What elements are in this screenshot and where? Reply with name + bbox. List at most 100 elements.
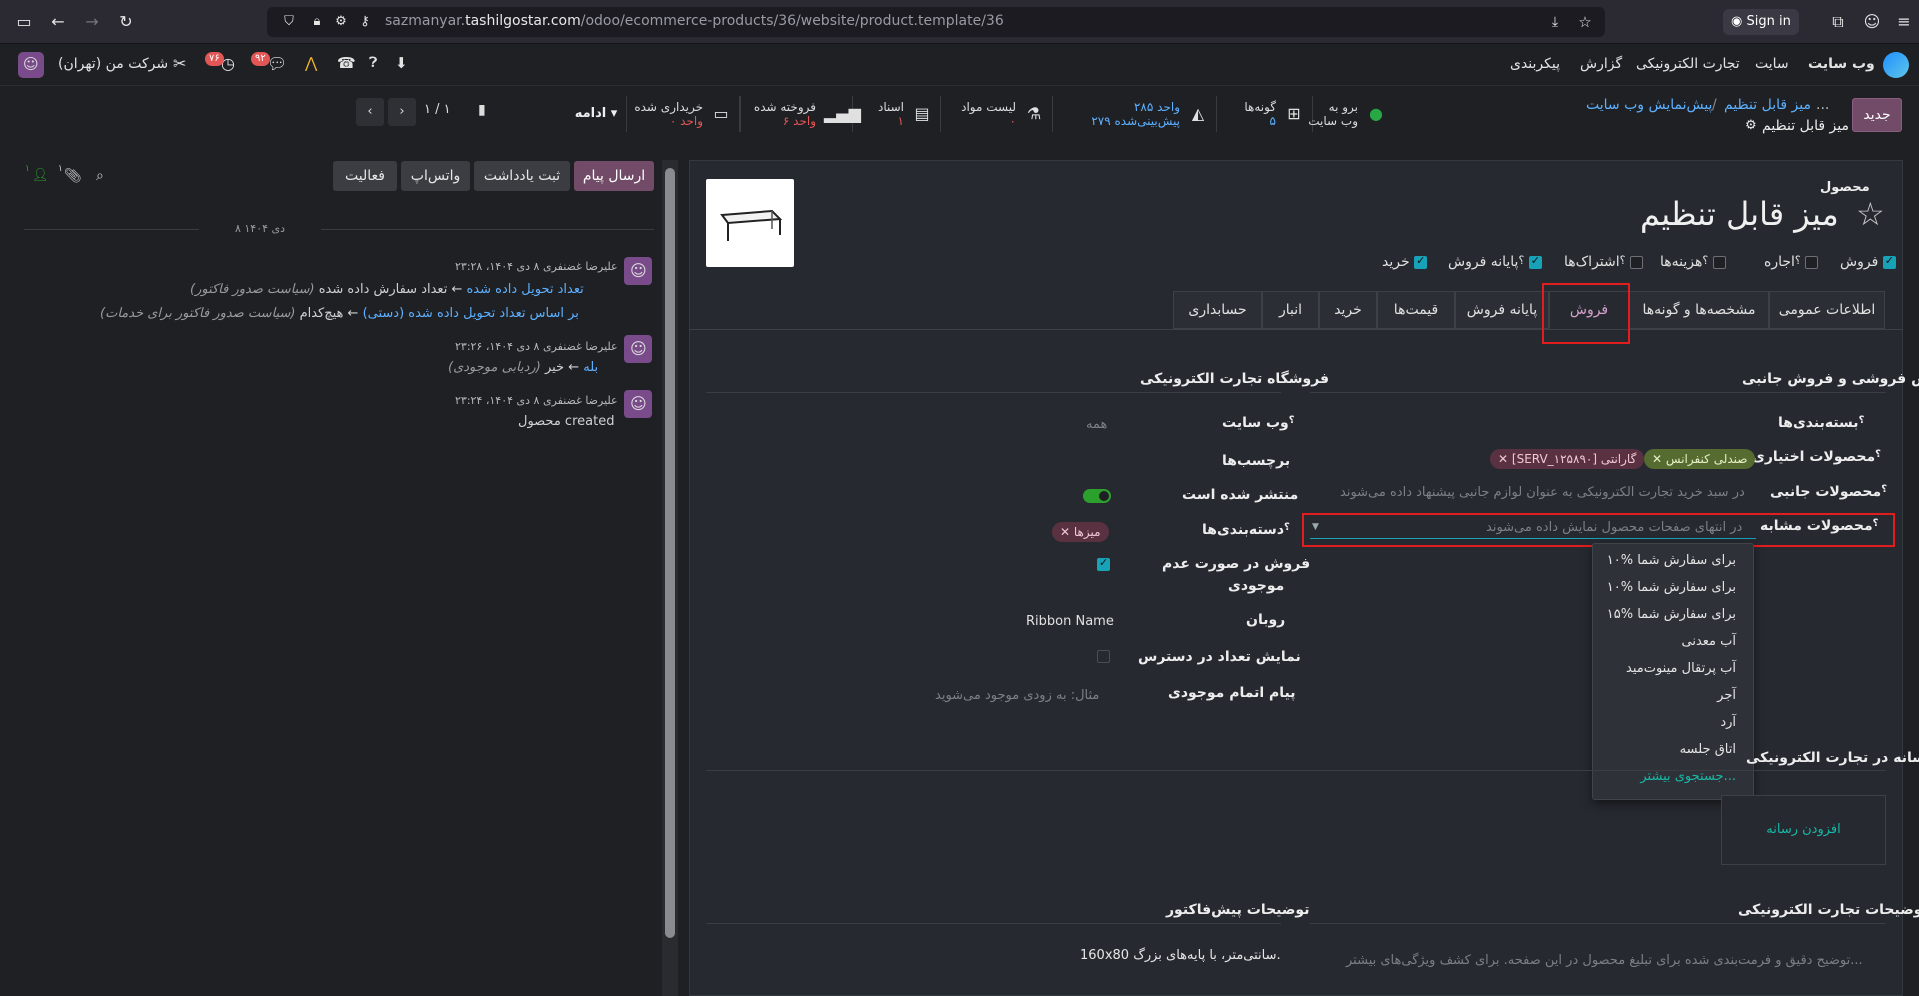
back-icon[interactable]: ← bbox=[48, 12, 68, 32]
website-app-icon[interactable] bbox=[1883, 52, 1909, 78]
author-avatar[interactable]: ☺ bbox=[624, 390, 652, 418]
extension-avatar-icon[interactable]: ☺ bbox=[1862, 12, 1882, 32]
help-icon[interactable]: ❓︎ bbox=[369, 55, 377, 71]
checkbox-expenses[interactable] bbox=[1712, 255, 1726, 269]
breadcrumb-product[interactable]: میز قابل تنظیم bbox=[1724, 97, 1811, 113]
dropdown-search-more[interactable]: جستجوی بیشتر... bbox=[1640, 769, 1736, 784]
tab-general-info[interactable]: اطلاعات عمومی bbox=[1769, 291, 1885, 329]
tab-inventory[interactable]: انبار bbox=[1262, 291, 1319, 329]
option-purchase[interactable]: خرید bbox=[1382, 254, 1428, 270]
add-media-button[interactable]: افزودن رسانه bbox=[1721, 795, 1886, 865]
more-stat-button[interactable]: ادامه ▾ bbox=[566, 100, 626, 128]
option-pos[interactable]: ؟پایانه فروش bbox=[1448, 254, 1542, 270]
breadcrumb-preview[interactable]: پیش‌نمایش وب سایت bbox=[1586, 97, 1712, 113]
dropdown-option[interactable]: آرد bbox=[1720, 715, 1736, 730]
menu-configuration[interactable]: پیکربندی bbox=[1510, 56, 1560, 72]
checkbox-sale[interactable] bbox=[1882, 254, 1896, 269]
quotation-description-input[interactable]: 160x80 سانتی‌متر، با پایه‌های بزرگ. bbox=[1080, 948, 1281, 963]
odoo-ai-icon[interactable]: ⋀ bbox=[305, 54, 317, 72]
product-name[interactable]: میز قابل تنظیم bbox=[1640, 195, 1839, 233]
stat-go-to-website[interactable]: ● برو به وب سایت bbox=[1308, 96, 1394, 132]
option-expenses[interactable]: ؟هزینه‌ها bbox=[1660, 254, 1726, 270]
record-gear-icon[interactable]: ⚙ bbox=[1745, 118, 1757, 133]
stat-bill-of-materials[interactable]: ⚗ لیست مواد ۰ bbox=[940, 96, 1052, 132]
followers-icon[interactable]: 👤︎ bbox=[32, 168, 49, 183]
sign-in-button[interactable]: ◉ Sign in bbox=[1723, 9, 1799, 35]
attachment-icon[interactable]: 📎︎ bbox=[64, 168, 82, 184]
send-message-button[interactable]: ارسال پیام bbox=[574, 161, 654, 191]
log-note-button[interactable]: ثبت یادداشت bbox=[474, 161, 570, 191]
stat-variants[interactable]: ⊞ گونه‌ها ۵ bbox=[1216, 96, 1312, 132]
menu-icon[interactable]: ≡ bbox=[1894, 12, 1914, 32]
forward-icon[interactable]: → bbox=[82, 12, 102, 32]
stat-on-hand[interactable]: ◭ ۲۸۵ واحد ۲۷۹ پیش‌بینی‌شده bbox=[1052, 96, 1216, 132]
ribbon-select[interactable]: Ribbon Name bbox=[1026, 614, 1114, 629]
stat-purchased[interactable]: ▭ خریداری شده ۰ واحد bbox=[626, 96, 740, 132]
menu-reporting[interactable]: گزارش bbox=[1580, 56, 1622, 72]
ecommerce-description-input[interactable]: توضیح دقیق و فرمت‌بندی شده برای تبلیغ مح… bbox=[1346, 953, 1863, 968]
pager-prev-button[interactable]: ‹ bbox=[356, 98, 384, 126]
activity-button[interactable]: فعالیت bbox=[333, 161, 397, 191]
dropdown-option[interactable]: ۱۰% برای سفارش شما bbox=[1607, 553, 1736, 568]
menu-site[interactable]: سایت bbox=[1755, 56, 1789, 72]
checkbox-pos[interactable] bbox=[1528, 254, 1542, 269]
menu-ecommerce[interactable]: تجارت الکترونیکی bbox=[1636, 56, 1740, 72]
save-page-icon[interactable]: ⤓ bbox=[1545, 12, 1565, 32]
dropdown-option[interactable]: ۱۵% برای سفارش شما bbox=[1607, 607, 1736, 622]
optional-tag-warranty[interactable]: ✕ [SERV_۱۲۵۸۹۰] گارانتی bbox=[1490, 449, 1645, 469]
url-text[interactable]: sazmanyar.tashilgostar.com/odoo/ecommerc… bbox=[385, 13, 1004, 29]
stat-sold[interactable]: ▂▄▆ فروخته شده ۶ واحد bbox=[740, 96, 861, 132]
remove-tag-icon[interactable]: ✕ bbox=[1498, 452, 1508, 466]
extensions-icon[interactable]: ⧉ bbox=[1828, 12, 1848, 32]
settings-tools-icon[interactable]: ✂ bbox=[173, 54, 186, 73]
accessory-products-input[interactable]: در سبد خرید تجارت الکترونیکی به عنوان لو… bbox=[1340, 485, 1745, 500]
shield-icon[interactable]: ⛉ bbox=[279, 12, 299, 32]
optional-tag-conference-chair[interactable]: ✕ صندلی کنفرانس bbox=[1644, 449, 1756, 469]
tab-pricelists[interactable]: قیمت‌ها bbox=[1377, 291, 1455, 329]
allow-out-of-stock-checkbox[interactable] bbox=[1097, 556, 1110, 572]
dropdown-option[interactable]: آب پرتقال مینوت‌مید bbox=[1626, 661, 1736, 676]
favorite-star-icon[interactable]: ☆ bbox=[1856, 198, 1885, 230]
phone-icon[interactable]: ☎ bbox=[337, 54, 356, 72]
product-image[interactable] bbox=[706, 179, 794, 267]
remove-tag-icon[interactable]: ✕ bbox=[1652, 452, 1662, 466]
dropdown-option[interactable]: اتاق جلسه bbox=[1680, 742, 1736, 757]
new-button[interactable]: جدید bbox=[1852, 98, 1902, 132]
chatter-scrollbar[interactable] bbox=[662, 160, 678, 996]
company-switcher[interactable]: شرکت من (تهران) bbox=[58, 56, 168, 72]
whatsapp-button[interactable]: واتس‌اپ bbox=[401, 161, 470, 191]
category-tag-desks[interactable]: ✕ میزها bbox=[1052, 522, 1109, 542]
app-name[interactable]: وب سایت bbox=[1808, 56, 1875, 72]
url-bar[interactable]: ⛉ 🔒︎ ⚙ ⚷ sazmanyar.tashilgostar.com/odoo… bbox=[267, 7, 1605, 37]
search-icon[interactable]: ⌕ bbox=[96, 168, 104, 184]
show-available-qty-checkbox[interactable] bbox=[1097, 649, 1110, 664]
bookmark-star-icon[interactable]: ☆ bbox=[1575, 12, 1595, 32]
out-of-stock-message-input[interactable]: مثال: به زودی موجود می‌شوید bbox=[935, 688, 1099, 703]
option-rental[interactable]: ؟اجاره bbox=[1764, 254, 1819, 270]
scrollbar-thumb[interactable] bbox=[665, 168, 675, 938]
dropdown-option[interactable]: ۱۰% برای سفارش شما bbox=[1607, 580, 1736, 595]
tab-accounting[interactable]: حسابداری bbox=[1173, 291, 1262, 329]
author-avatar[interactable]: ☺ bbox=[624, 257, 652, 285]
stat-documents[interactable]: ▤ اسناد ۱ bbox=[852, 96, 940, 132]
tab-attributes-variants[interactable]: مشخصه‌ها و گونه‌ها bbox=[1629, 291, 1769, 329]
website-select[interactable]: همه bbox=[1086, 417, 1107, 432]
dropdown-option[interactable]: آجر bbox=[1717, 688, 1736, 703]
pager-value[interactable]: ۱ / ۱ bbox=[424, 102, 451, 117]
tab-pos[interactable]: پایانه فروش bbox=[1455, 291, 1549, 329]
breadcrumb-more[interactable]: ... bbox=[1816, 97, 1829, 113]
checkbox-purchase[interactable] bbox=[1414, 254, 1428, 269]
record-lock-icon[interactable]: ▮ bbox=[478, 102, 486, 118]
key-icon[interactable]: ⚷ bbox=[355, 12, 375, 32]
permissions-icon[interactable]: ⚙ bbox=[331, 12, 351, 32]
reload-icon[interactable]: ↻ bbox=[116, 12, 136, 32]
published-toggle[interactable] bbox=[1083, 489, 1111, 503]
option-subscriptions[interactable]: ؟اشتراک‌ها bbox=[1564, 254, 1643, 270]
lock-icon[interactable]: 🔒︎ bbox=[307, 12, 327, 32]
user-avatar[interactable]: ☺ bbox=[18, 52, 44, 78]
chat-icon[interactable]: 💬︎ bbox=[267, 54, 287, 73]
author-avatar[interactable]: ☺ bbox=[624, 335, 652, 363]
tab-purchase[interactable]: خرید bbox=[1319, 291, 1377, 329]
download-icon[interactable]: ⬇ bbox=[395, 54, 408, 72]
option-sale[interactable]: فروش bbox=[1840, 254, 1896, 270]
